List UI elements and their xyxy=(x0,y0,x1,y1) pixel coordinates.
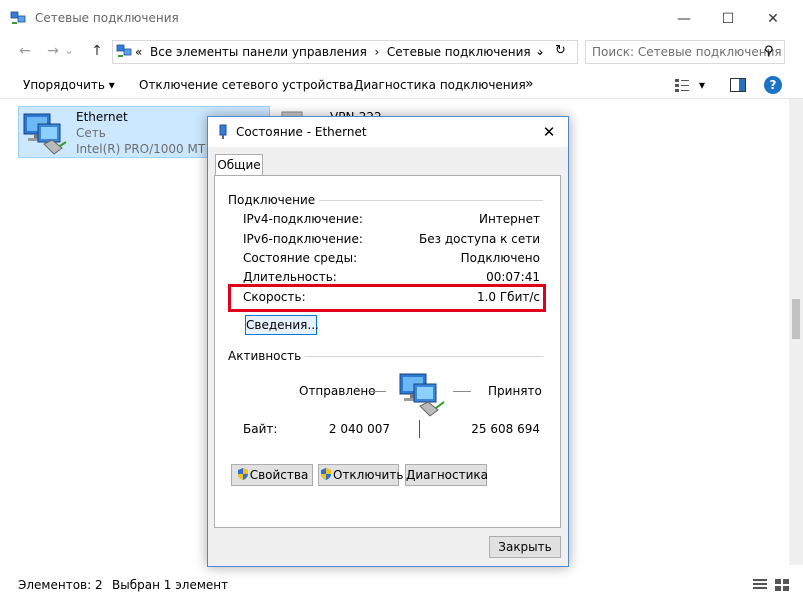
breadcrumb-control-panel[interactable]: Все элементы панели управления xyxy=(150,45,367,59)
media-state-label: Состояние среды: xyxy=(243,251,358,265)
window-titlebar: Сетевые подключения — ☐ ✕ xyxy=(0,0,803,38)
control-panel-icon xyxy=(116,44,132,57)
sent-label: Отправлено xyxy=(299,384,376,398)
address-bar[interactable]: « Все элементы панели управления › Сетев… xyxy=(112,40,578,64)
general-tab-panel: Подключение IPv4-подключение: Интернет I… xyxy=(214,175,561,528)
network-activity-icon xyxy=(399,373,445,417)
received-line xyxy=(453,391,471,392)
large-icons-view-icon[interactable] xyxy=(774,578,790,592)
breadcrumb: « Все элементы панели управления › Сетев… xyxy=(135,45,543,59)
disable-button[interactable]: Отключить xyxy=(318,464,403,486)
details-view-icon[interactable] xyxy=(752,578,768,592)
activity-group-title: Активность xyxy=(228,349,306,363)
refresh-icon[interactable]: ↻ xyxy=(555,43,566,58)
network-adapter-icon xyxy=(219,124,227,139)
search-icon[interactable]: ⚲ xyxy=(764,44,774,59)
breadcrumb-overflow[interactable]: « xyxy=(135,45,142,59)
scrollbar-thumb[interactable] xyxy=(792,299,800,339)
ipv6-label: IPv6-подключение: xyxy=(243,232,363,246)
organize-label: Упорядочить xyxy=(23,78,105,92)
ipv6-value: Без доступа к сети xyxy=(419,232,540,246)
connection-name: Ethernet xyxy=(76,110,128,124)
view-dropdown-icon[interactable]: ▾ xyxy=(699,78,705,92)
breadcrumb-network-connections[interactable]: Сетевые подключения xyxy=(387,45,531,59)
dialog-titlebar: Состояние - Ethernet ✕ xyxy=(208,117,568,147)
speed-highlight-box xyxy=(228,284,546,312)
more-commands-icon[interactable]: » xyxy=(525,76,534,92)
items-count: Элементов: 2 xyxy=(18,578,103,592)
disable-device-button[interactable]: Отключение сетевого устройства xyxy=(139,78,353,92)
close-dialog-button[interactable]: Закрыть xyxy=(489,536,561,558)
selection-count: Выбран 1 элемент xyxy=(112,578,229,592)
disable-label: Отключить xyxy=(333,468,404,482)
bytes-sent-value: 2 040 007 xyxy=(328,422,390,436)
search-input[interactable]: Поиск: Сетевые подключения ⚲ xyxy=(585,40,785,64)
sent-line xyxy=(368,391,386,392)
bytes-label: Байт: xyxy=(243,422,278,436)
maximize-button[interactable]: ☐ xyxy=(705,0,751,38)
address-dropdown-icon[interactable]: ⌄ xyxy=(535,44,545,58)
bytes-divider xyxy=(419,420,420,438)
group-divider xyxy=(283,200,543,201)
connection-type: Сеть xyxy=(76,126,106,140)
shield-icon xyxy=(237,468,248,480)
search-placeholder: Поиск: Сетевые подключения xyxy=(592,45,782,59)
window-title: Сетевые подключения xyxy=(35,11,179,25)
group-divider xyxy=(291,356,543,357)
diagnostics-button[interactable]: Диагностика xyxy=(405,464,488,486)
duration-value: 00:07:41 xyxy=(486,270,540,284)
media-state-value: Подключено xyxy=(460,251,540,265)
status-bar: Элементов: 2 Выбран 1 элемент xyxy=(0,572,803,601)
dialog-title: Состояние - Ethernet xyxy=(236,125,367,139)
up-arrow-icon[interactable]: ↑ xyxy=(86,41,108,61)
properties-label: Свойства xyxy=(249,468,309,482)
chevron-down-icon: ▾ xyxy=(108,78,115,92)
ethernet-adapter-icon xyxy=(23,113,67,155)
ethernet-status-dialog: Состояние - Ethernet ✕ Общие Подключение… xyxy=(207,116,569,567)
dialog-close-button[interactable]: ✕ xyxy=(534,120,564,144)
help-icon[interactable]: ? xyxy=(764,76,782,94)
minimize-button[interactable]: — xyxy=(661,0,707,38)
preview-pane-icon[interactable] xyxy=(730,78,746,92)
duration-label: Длительность: xyxy=(243,270,337,284)
properties-button[interactable]: Свойства xyxy=(231,464,313,486)
back-arrow-icon[interactable]: ← xyxy=(14,41,36,61)
history-dropdown-icon[interactable]: ⌄ xyxy=(62,41,76,61)
change-view-icon[interactable] xyxy=(674,78,690,92)
command-bar: Упорядочить ▾ Отключение сетевого устрой… xyxy=(0,72,803,99)
details-button[interactable]: Сведения... xyxy=(245,315,319,335)
network-connections-icon xyxy=(10,11,26,24)
ipv4-value: Интернет xyxy=(478,212,540,226)
close-button[interactable]: ✕ xyxy=(750,0,796,38)
connection-group-title: Подключение xyxy=(228,193,320,207)
organize-button[interactable]: Упорядочить ▾ xyxy=(23,78,115,92)
shield-icon xyxy=(321,468,331,480)
forward-arrow-icon[interactable]: → xyxy=(42,41,64,61)
vertical-scrollbar[interactable] xyxy=(789,99,803,565)
received-label: Принято xyxy=(488,384,542,398)
ipv4-label: IPv4-подключение: xyxy=(243,212,363,226)
tab-general[interactable]: Общие xyxy=(215,154,263,176)
bytes-received-value: 25 608 694 xyxy=(471,422,540,436)
breadcrumb-chevron-icon[interactable]: › xyxy=(374,45,379,59)
diagnose-button[interactable]: Диагностика подключения xyxy=(354,78,526,92)
